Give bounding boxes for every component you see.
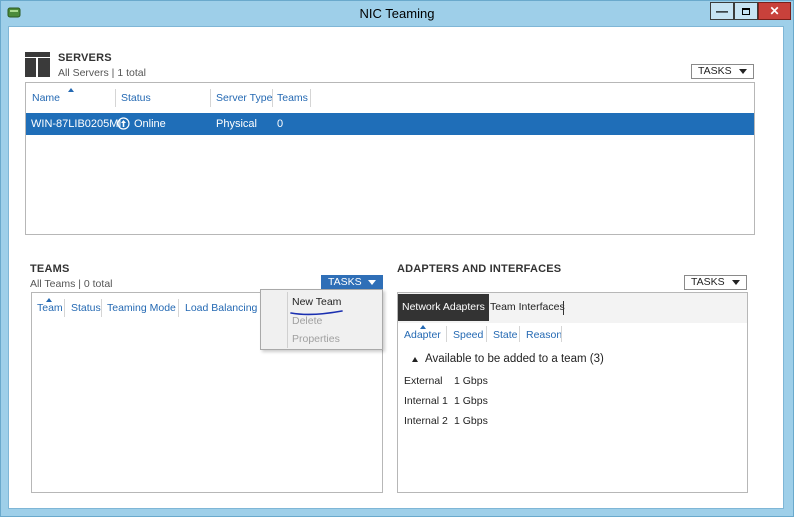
column-separator <box>115 89 116 107</box>
column-header-status[interactable]: Status <box>71 302 101 314</box>
chevron-down-icon <box>732 280 740 285</box>
column-separator <box>519 326 520 342</box>
servers-icon <box>25 52 50 77</box>
title-bar[interactable]: NIC Teaming — ✕ <box>1 1 793 25</box>
column-header-reason[interactable]: Reason <box>526 329 562 341</box>
column-separator <box>446 326 447 342</box>
adapters-panel: Network Adapters Team Interfaces Adapter… <box>397 292 748 493</box>
servers-tasks-button[interactable]: TASKS <box>691 64 754 79</box>
collapse-group-icon[interactable] <box>412 357 418 362</box>
menu-item-new-team[interactable]: New Team <box>292 296 341 308</box>
group-available-label: Available to be added to a team (3) <box>425 353 604 365</box>
adapter-speed-cell: 1 Gbps <box>454 375 488 387</box>
adapter-name-cell: Internal 1 <box>404 395 448 407</box>
server-type-cell: Physical <box>216 118 257 130</box>
column-separator <box>178 299 179 317</box>
servers-tasks-label: TASKS <box>698 65 732 77</box>
column-header-teaming-mode[interactable]: Teaming Mode <box>107 302 176 314</box>
column-header-name[interactable]: Name <box>32 92 60 104</box>
column-separator <box>210 89 211 107</box>
adapter-speed-cell: 1 Gbps <box>454 415 488 427</box>
column-separator <box>486 326 487 342</box>
menu-gutter-separator <box>287 292 288 348</box>
column-header-teams[interactable]: Teams <box>277 92 308 104</box>
online-status-icon <box>117 117 130 130</box>
minimize-button[interactable]: — <box>710 2 734 20</box>
column-separator <box>272 89 273 107</box>
teams-tasks-menu: New Team Delete Properties <box>260 289 383 350</box>
server-status-cell: Online <box>134 118 166 130</box>
menu-item-delete[interactable]: Delete <box>292 315 322 327</box>
column-separator <box>561 326 562 342</box>
adapter-name-cell: External <box>404 375 443 387</box>
adapter-name-cell: Internal 2 <box>404 415 448 427</box>
column-header-speed[interactable]: Speed <box>453 329 483 341</box>
maximize-button[interactable] <box>734 2 758 20</box>
servers-title: SERVERS <box>58 52 112 64</box>
column-header-adapter[interactable]: Adapter <box>404 329 441 341</box>
column-separator <box>310 89 311 107</box>
tab-network-adapters[interactable]: Network Adapters <box>398 294 489 321</box>
maximize-icon <box>742 7 750 15</box>
teams-title: TEAMS <box>30 263 70 275</box>
tab-team-interfaces[interactable]: Team Interfaces <box>490 294 565 320</box>
adapter-speed-cell: 1 Gbps <box>454 395 488 407</box>
close-icon: ✕ <box>769 4 780 18</box>
tab-separator <box>563 301 564 315</box>
column-header-status[interactable]: Status <box>121 92 151 104</box>
adapters-tasks-label: TASKS <box>691 276 725 288</box>
servers-panel: Name Status Server Type Teams WIN-87LIB0… <box>25 82 755 235</box>
server-row-selected[interactable]: WIN-87LIB0205MI Online Physical 0 <box>26 113 754 135</box>
sort-ascending-icon <box>68 88 74 92</box>
column-header-load-balancing[interactable]: Load Balancing <box>185 302 257 314</box>
column-header-state[interactable]: State <box>493 329 518 341</box>
teams-tasks-label: TASKS <box>328 276 362 288</box>
teams-subtitle: All Teams | 0 total <box>30 278 113 290</box>
teams-tasks-button[interactable]: TASKS <box>321 275 383 290</box>
adapters-title: ADAPTERS AND INTERFACES <box>397 263 562 275</box>
minimize-icon: — <box>716 4 728 18</box>
servers-subtitle: All Servers | 1 total <box>58 67 146 79</box>
menu-item-properties[interactable]: Properties <box>292 333 340 345</box>
column-header-team[interactable]: Team <box>37 302 63 314</box>
window-title: NIC Teaming <box>359 6 435 21</box>
close-button[interactable]: ✕ <box>758 2 791 20</box>
column-header-server-type[interactable]: Server Type <box>216 92 272 104</box>
chevron-down-icon <box>739 69 747 74</box>
adapters-tasks-button[interactable]: TASKS <box>684 275 747 290</box>
server-teams-cell: 0 <box>277 118 284 130</box>
server-name-cell: WIN-87LIB0205MI <box>31 118 122 130</box>
chevron-down-icon <box>368 280 376 285</box>
column-separator <box>101 299 102 317</box>
column-separator <box>64 299 65 317</box>
